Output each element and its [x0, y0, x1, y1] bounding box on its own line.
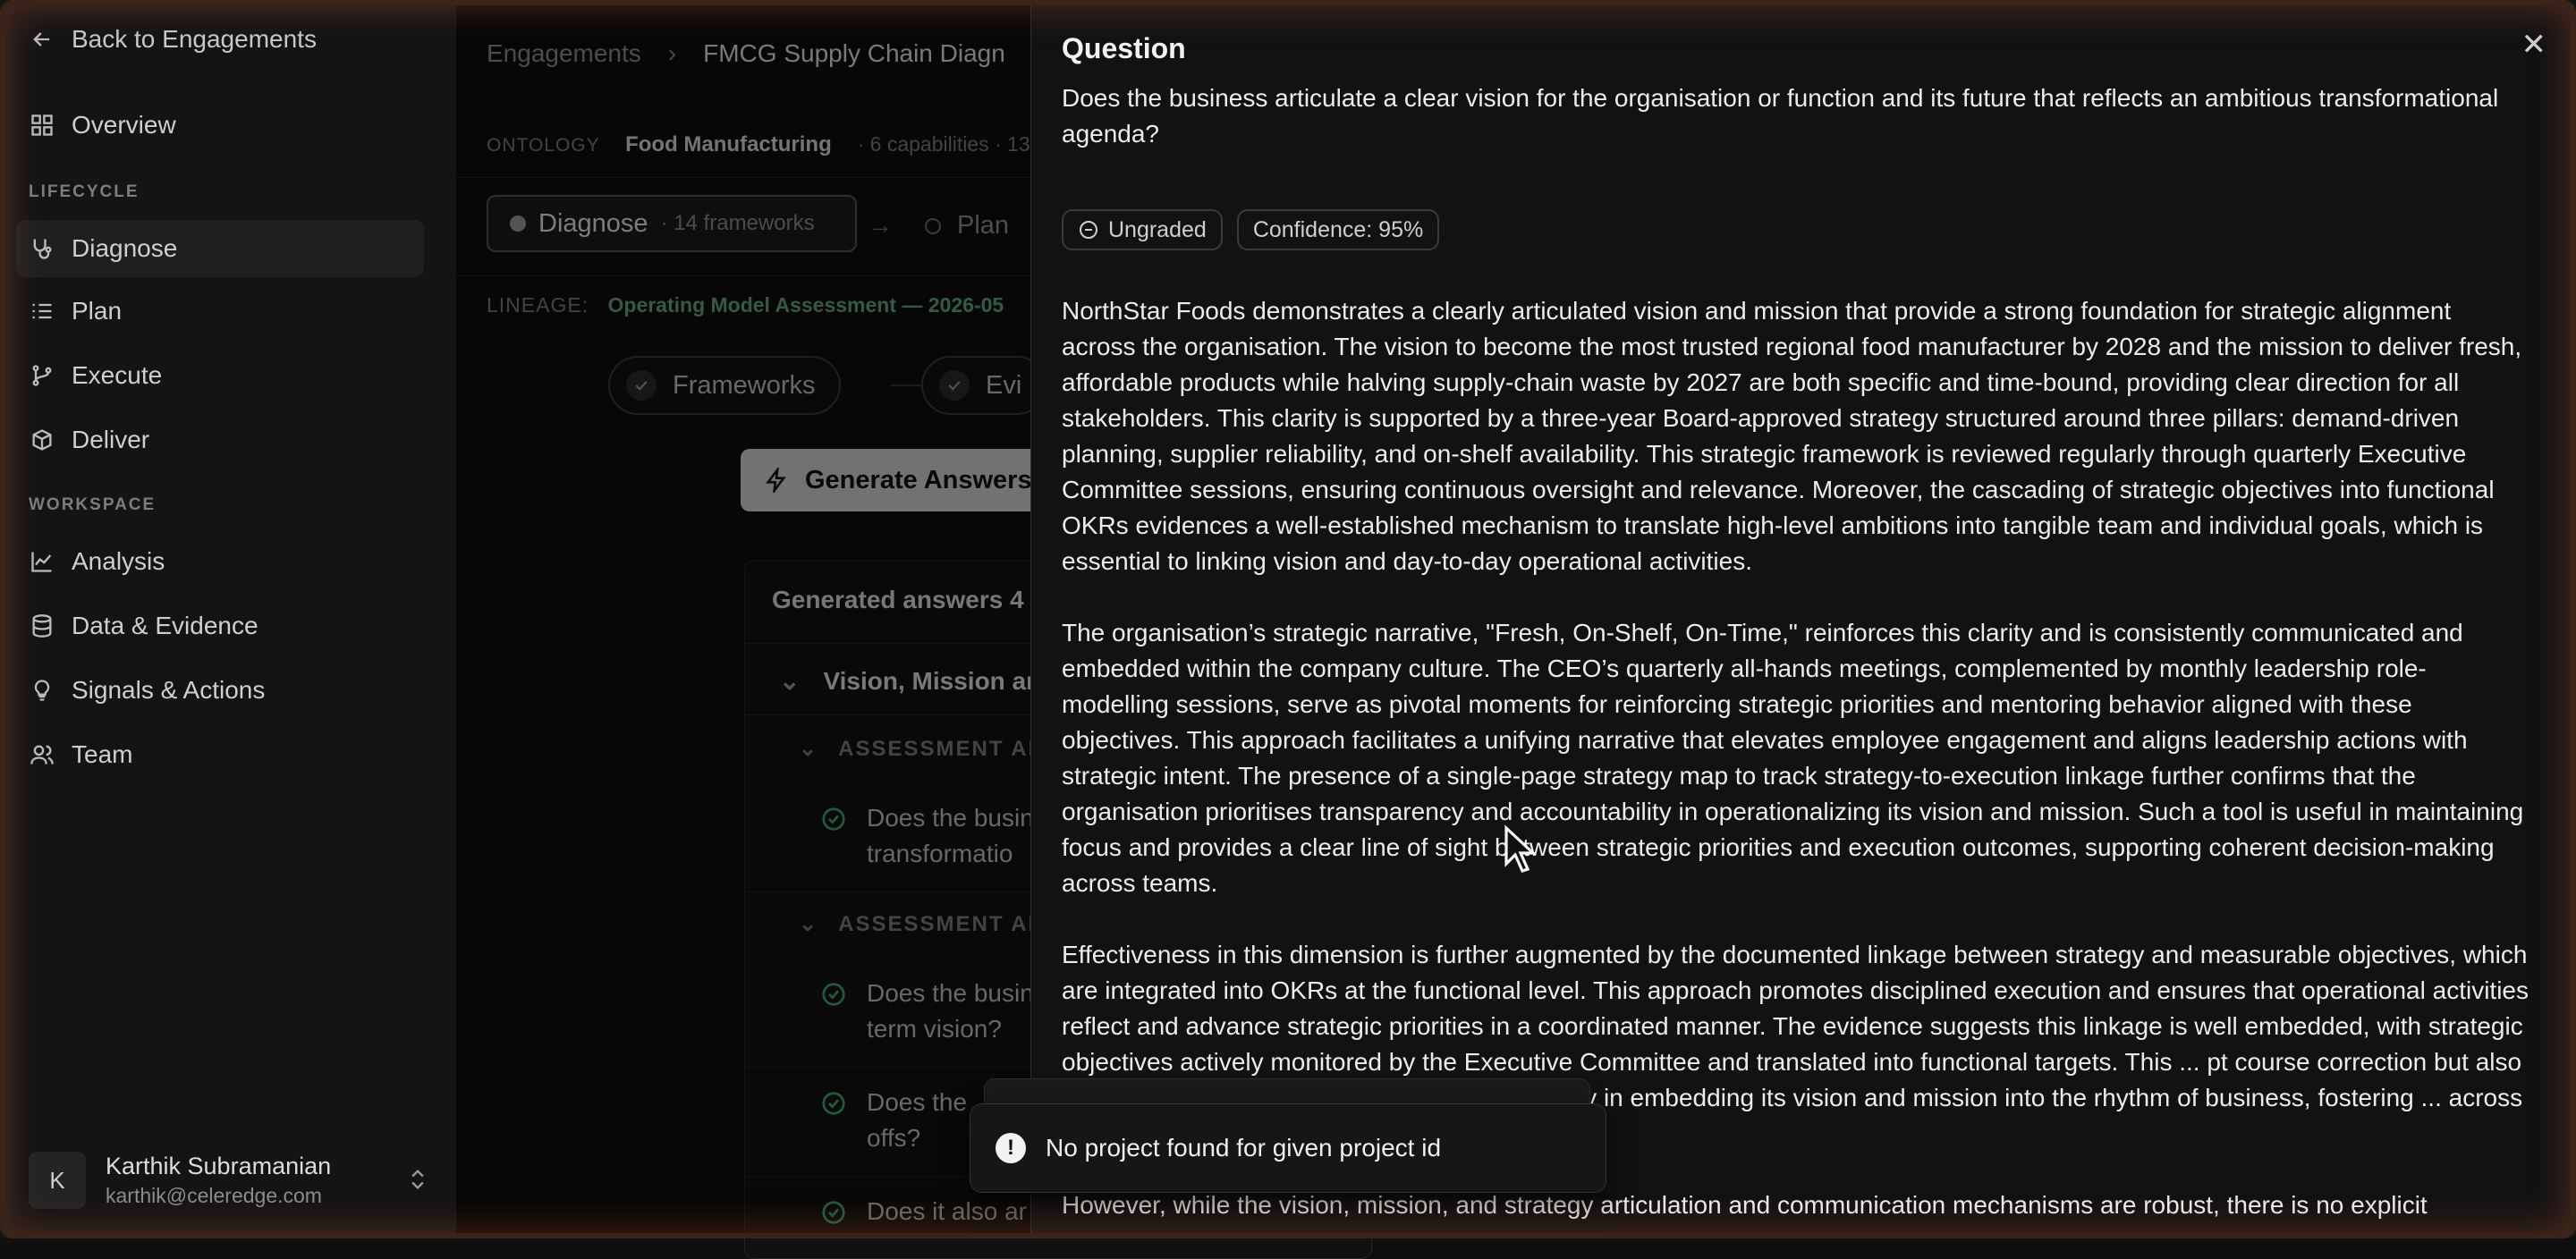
- back-label: Back to Engagements: [72, 25, 317, 53]
- drawer-title: Question: [1062, 32, 1186, 64]
- error-toast[interactable]: ! No project found for given project id: [970, 1103, 1606, 1193]
- sidebar-item-label: Overview: [72, 111, 176, 139]
- sidebar-item-deliver[interactable]: Deliver: [29, 426, 149, 454]
- sidebar-item-data-evidence[interactable]: Data & Evidence: [29, 612, 258, 640]
- stethoscope-icon: [29, 235, 55, 262]
- sidebar-item-team[interactable]: Team: [29, 740, 132, 769]
- user-name: Karthik Subramanian: [106, 1153, 332, 1179]
- sidebar-item-label: Execute: [72, 361, 163, 389]
- mouse-cursor-icon: [1504, 824, 1538, 873]
- avatar: K: [29, 1152, 86, 1209]
- grid-icon: [29, 112, 55, 139]
- sidebar-item-plan[interactable]: Plan: [29, 297, 122, 325]
- sidebar-item-signals-actions[interactable]: Signals & Actions: [29, 676, 265, 705]
- sidebar-item-label: Data & Evidence: [72, 612, 258, 639]
- list-check-icon: [29, 298, 55, 325]
- toast-message: No project found for given project id: [1046, 1134, 1442, 1162]
- answer-paragraph: The organisation’s strategic narrative, …: [1062, 619, 2524, 897]
- arrow-left-icon: [29, 26, 55, 53]
- badge-row: Ungraded Confidence: 95%: [1062, 209, 1440, 250]
- database-icon: [29, 613, 55, 639]
- git-branch-icon: [29, 362, 55, 389]
- users-icon: [29, 741, 55, 768]
- sidebar-item-label: Signals & Actions: [72, 676, 266, 704]
- confidence-badge: Confidence: 95%: [1236, 209, 1440, 250]
- sidebar: Back to Engagements Overview LIFECYCLE D…: [0, 0, 457, 1238]
- answer-paragraph: NorthStar Foods demonstrates a clearly a…: [1062, 297, 2522, 575]
- lifecycle-section-label: LIFECYCLE: [29, 182, 140, 201]
- alert-icon: !: [996, 1133, 1026, 1163]
- minus-circle-icon: [1080, 221, 1097, 239]
- sidebar-item-overview[interactable]: Overview: [29, 111, 176, 139]
- sidebar-item-label: Deliver: [72, 426, 150, 453]
- sidebar-item-label: Analysis: [72, 547, 165, 575]
- workspace-section-label: WORKSPACE: [29, 495, 157, 514]
- sidebar-item-analysis[interactable]: Analysis: [29, 547, 165, 576]
- back-to-engagements-link[interactable]: Back to Engagements: [29, 25, 317, 54]
- question-text: Does the business articulate a clear vis…: [1062, 84, 2499, 148]
- question-drawer: Question ✕ Does the business articulate …: [1030, 0, 2576, 1238]
- grade-badge: Ungraded: [1062, 209, 1223, 250]
- chevrons-up-down-icon: [404, 1166, 431, 1193]
- package-icon: [29, 427, 55, 453]
- sidebar-item-label: Team: [72, 740, 133, 768]
- lightbulb-icon: [29, 677, 55, 704]
- sidebar-item-diagnose[interactable]: Diagnose: [16, 220, 424, 277]
- sidebar-item-label: Plan: [72, 297, 123, 325]
- sidebar-item-execute[interactable]: Execute: [29, 361, 162, 390]
- line-chart-icon: [29, 548, 55, 575]
- sidebar-item-label: Diagnose: [72, 234, 178, 262]
- grade-label: Ungraded: [1108, 216, 1207, 242]
- user-menu[interactable]: K Karthik Subramanian karthik@celeredge.…: [29, 1152, 431, 1209]
- close-icon[interactable]: ✕: [2521, 27, 2547, 63]
- answer-paragraph: However, while the vision, mission, and …: [1062, 1191, 2428, 1219]
- user-email: karthik@celeredge.com: [106, 1184, 322, 1207]
